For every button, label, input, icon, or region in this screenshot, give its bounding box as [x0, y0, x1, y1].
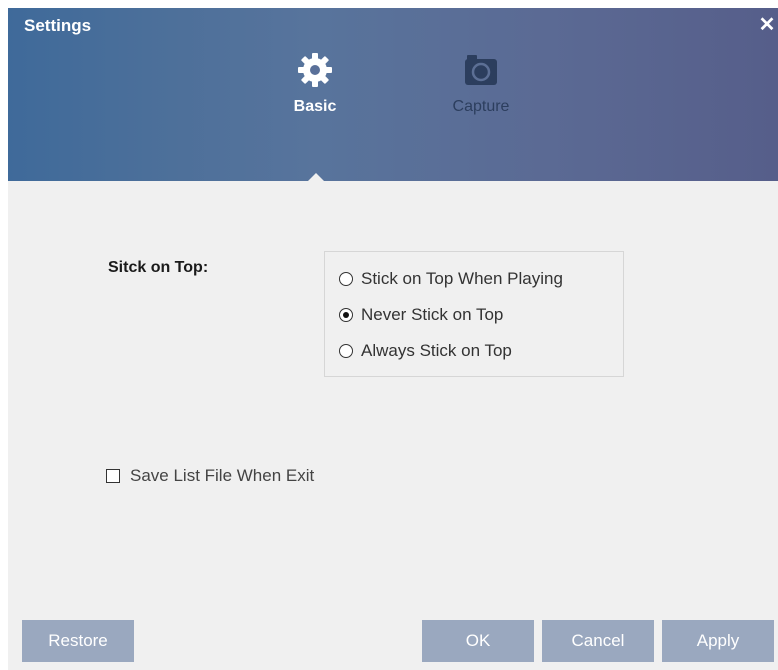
camera-icon	[465, 55, 497, 85]
stick-on-top-options: Stick on Top When Playing Never Stick on…	[324, 251, 624, 377]
tab-basic-label: Basic	[293, 98, 337, 115]
apply-button[interactable]: Apply	[662, 620, 774, 662]
radio-never-stick[interactable]: Never Stick on Top	[339, 304, 503, 326]
settings-dialog: Settings ✕ Basic Capture Sitck on Top: S…	[8, 8, 778, 670]
cancel-button[interactable]: Cancel	[542, 620, 654, 662]
radio-button[interactable]	[339, 272, 353, 286]
stick-on-top-label: Sitck on Top:	[108, 259, 209, 276]
radio-always-stick[interactable]: Always Stick on Top	[339, 340, 512, 362]
radio-label: Always Stick on Top	[361, 341, 512, 360]
restore-button[interactable]: Restore	[22, 620, 134, 662]
dialog-title: Settings	[24, 16, 92, 35]
save-list-checkbox[interactable]	[106, 469, 120, 483]
gear-icon	[298, 53, 332, 87]
radio-button[interactable]	[339, 344, 353, 358]
radio-label: Never Stick on Top	[361, 305, 504, 324]
radio-button[interactable]	[339, 308, 353, 322]
save-list-label: Save List File When Exit	[130, 466, 315, 485]
radio-label: Stick on Top When Playing	[361, 269, 563, 288]
radio-stick-when-playing[interactable]: Stick on Top When Playing	[339, 268, 563, 290]
save-list-checkbox-row[interactable]: Save List File When Exit	[106, 465, 314, 487]
close-icon[interactable]: ✕	[756, 14, 778, 36]
tab-basic[interactable]: Basic	[270, 52, 360, 132]
tab-capture[interactable]: Capture	[436, 52, 526, 132]
tab-capture-label: Capture	[452, 98, 510, 115]
ok-button[interactable]: OK	[422, 620, 534, 662]
tab-indicator	[308, 173, 324, 181]
dialog-header: Settings ✕ Basic Capture	[8, 8, 778, 181]
